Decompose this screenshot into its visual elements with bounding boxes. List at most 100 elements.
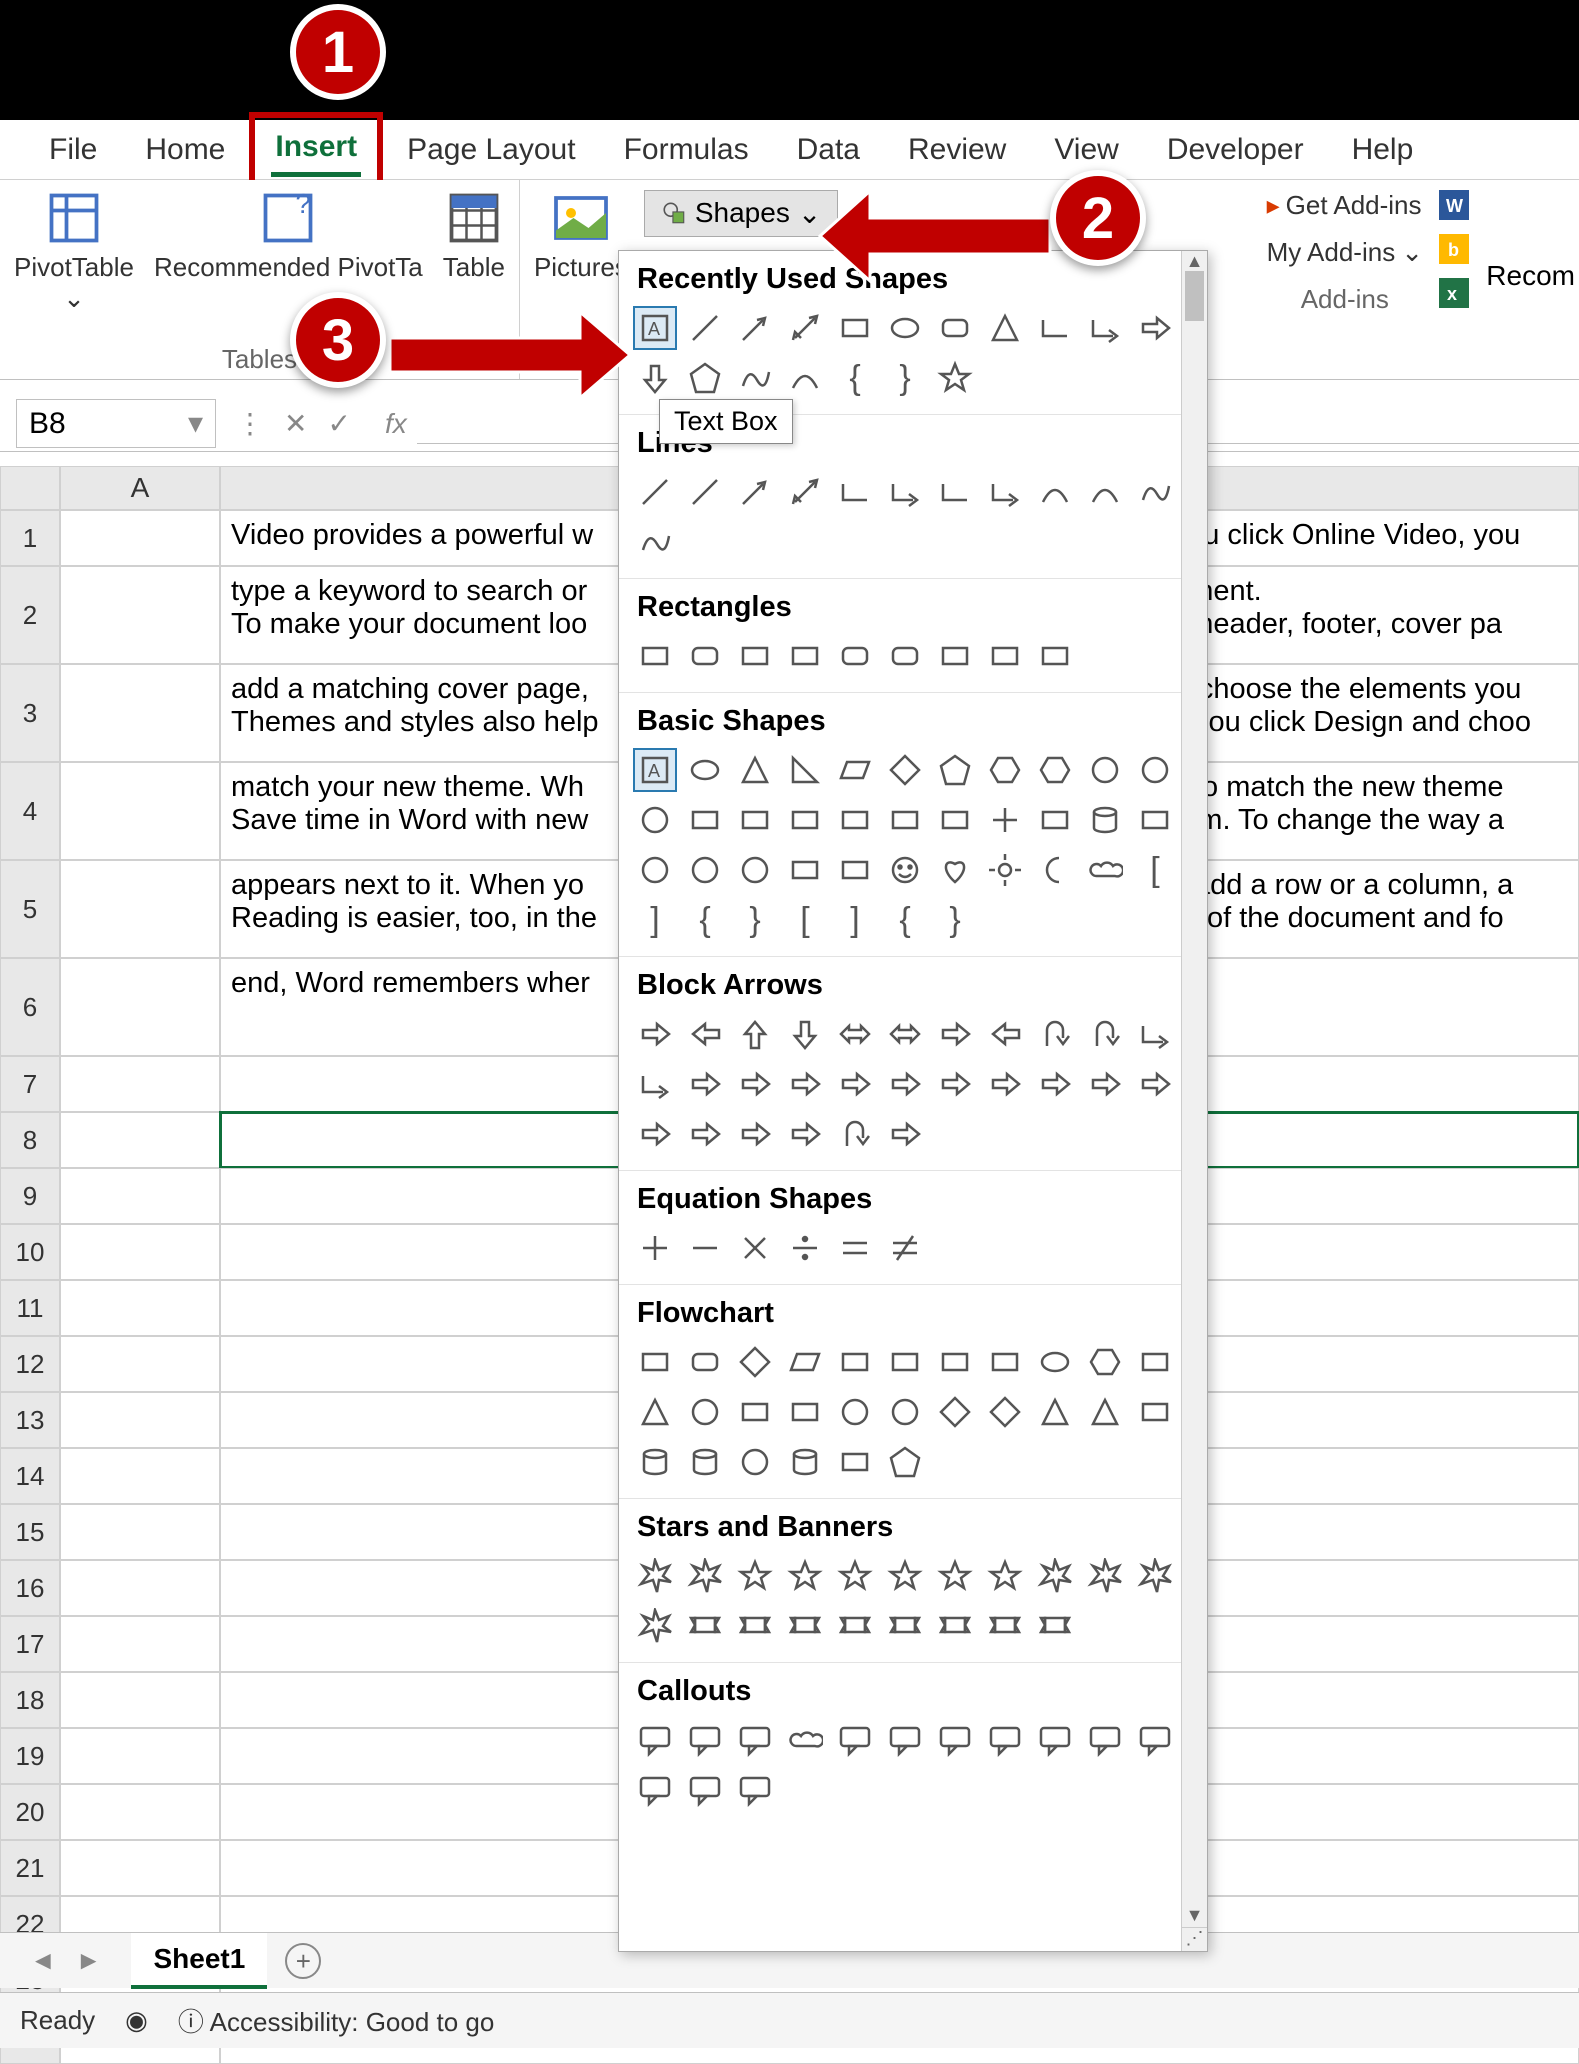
cell-A15[interactable] [60, 1504, 220, 1560]
cell-A11[interactable] [60, 1280, 220, 1336]
shape-circle-icon[interactable] [1133, 748, 1177, 792]
row-header-4[interactable]: 4 [0, 762, 60, 860]
cancel-icon[interactable]: ✕ [284, 407, 307, 440]
shape-ribbon-icon[interactable] [1033, 1604, 1077, 1648]
shape-ribbon-icon[interactable] [733, 1604, 777, 1648]
cell-A12[interactable] [60, 1336, 220, 1392]
tab-nav-next[interactable]: ► [66, 1945, 112, 1976]
shape-star-icon[interactable] [783, 1554, 827, 1598]
shape-minus-icon[interactable] [683, 1226, 727, 1270]
cell-A5[interactable] [60, 860, 220, 958]
cell-A19[interactable] [60, 1728, 220, 1784]
scroll-down-icon[interactable]: ▼ [1182, 1905, 1207, 1929]
shape-curly-r-icon[interactable]: } [933, 898, 977, 942]
shape-rect-icon[interactable] [833, 848, 877, 892]
shape-elbow-icon[interactable] [833, 470, 877, 514]
shape-ribbon-icon[interactable] [833, 1604, 877, 1648]
row-header-7[interactable]: 7 [0, 1056, 60, 1112]
shape-uturn-icon[interactable] [1083, 1012, 1127, 1056]
cell-A14[interactable] [60, 1448, 220, 1504]
shape-burst-icon[interactable] [1133, 1554, 1177, 1598]
row-header-12[interactable]: 12 [0, 1336, 60, 1392]
shape-rect-icon[interactable] [933, 1340, 977, 1384]
row-header-13[interactable]: 13 [0, 1392, 60, 1448]
shape-equal-icon[interactable] [833, 1226, 877, 1270]
scroll-thumb[interactable] [1185, 271, 1204, 321]
shape-line-icon[interactable] [633, 470, 677, 514]
shape-burst-icon[interactable] [633, 1554, 677, 1598]
shape-arrow-r-icon[interactable] [883, 1112, 927, 1156]
shape-arrow-r-icon[interactable] [733, 1062, 777, 1106]
row-header-11[interactable]: 11 [0, 1280, 60, 1336]
shape-rect-icon[interactable] [1033, 634, 1077, 678]
col-header-A[interactable]: A [60, 466, 220, 510]
cell-A3[interactable] [60, 664, 220, 762]
shape-cloud-icon[interactable] [783, 1718, 827, 1762]
sheet-tab-sheet1[interactable]: Sheet1 [131, 1933, 267, 1989]
shape-roundrect-icon[interactable] [833, 634, 877, 678]
row-header-19[interactable]: 19 [0, 1728, 60, 1784]
shape-div-icon[interactable] [783, 1226, 827, 1270]
cell-A9[interactable] [60, 1168, 220, 1224]
shape-arrow-r-icon[interactable] [783, 1062, 827, 1106]
shape-uturn-icon[interactable] [833, 1112, 877, 1156]
shape-star-icon[interactable] [883, 1554, 927, 1598]
cell-A6[interactable] [60, 958, 220, 1056]
shape-rect-icon[interactable] [783, 848, 827, 892]
cell-A21[interactable] [60, 1840, 220, 1896]
tab-data[interactable]: Data [773, 119, 884, 181]
shape-rect-icon[interactable] [733, 1390, 777, 1434]
shape-arrow-r-icon[interactable] [933, 1012, 977, 1056]
shape-parallelogram-icon[interactable] [833, 748, 877, 792]
shape-ribbon-icon[interactable] [783, 1604, 827, 1648]
shape-heart-icon[interactable] [933, 848, 977, 892]
shape-uturn-icon[interactable] [1033, 1012, 1077, 1056]
shape-diamond-icon[interactable] [983, 1390, 1027, 1434]
shape-speech-icon[interactable] [883, 1718, 927, 1762]
shape-star-icon[interactable] [833, 1554, 877, 1598]
shape-rect-icon[interactable] [983, 1340, 1027, 1384]
shape-cloud-icon[interactable] [1083, 848, 1127, 892]
bing-icon[interactable]: b [1439, 234, 1469, 264]
shape-arrow-u-icon[interactable] [733, 1012, 777, 1056]
shape-smiley-icon[interactable] [883, 848, 927, 892]
shape-circle-icon[interactable] [1083, 748, 1127, 792]
tab-review[interactable]: Review [884, 119, 1030, 181]
tab-insert[interactable]: Insert [271, 122, 361, 177]
shape-line-arrow-icon[interactable] [733, 306, 777, 350]
shape-cylinder-icon[interactable] [633, 1440, 677, 1484]
row-header-8[interactable]: 8 [0, 1112, 60, 1168]
row-header-16[interactable]: 16 [0, 1560, 60, 1616]
tab-page-layout[interactable]: Page Layout [383, 119, 599, 181]
shape-arrow-r-icon[interactable] [683, 1112, 727, 1156]
shape-arrow-r-icon[interactable] [1133, 306, 1177, 350]
pictures-button[interactable]: Pictures [534, 188, 628, 283]
shape-rect-icon[interactable] [783, 1390, 827, 1434]
shape-elbow-arr-icon[interactable] [1083, 306, 1127, 350]
shape-circle-icon[interactable] [733, 848, 777, 892]
shape-mult-icon[interactable] [733, 1226, 777, 1270]
shape-triangle-icon[interactable] [1083, 1390, 1127, 1434]
shape-ribbon-icon[interactable] [983, 1604, 1027, 1648]
shape-arrow-r-icon[interactable] [833, 1062, 877, 1106]
shape-parallelogram-icon[interactable] [783, 1340, 827, 1384]
shape-arrow-r-icon[interactable] [783, 1112, 827, 1156]
shape-arrow-r-icon[interactable] [683, 1062, 727, 1106]
shape-connector-curve-icon[interactable] [783, 356, 827, 400]
shape-textbox-icon[interactable]: A [633, 748, 677, 792]
shape-elbow-icon[interactable] [1033, 306, 1077, 350]
shape-burst-icon[interactable] [1033, 1554, 1077, 1598]
shape-line-double-icon[interactable] [783, 470, 827, 514]
shape-circle-icon[interactable] [683, 848, 727, 892]
shape-curly-l-icon[interactable]: { [683, 898, 727, 942]
chevron-down-icon[interactable]: ▾ [188, 406, 203, 441]
shape-plus-icon[interactable] [633, 1226, 677, 1270]
shape-rect-icon[interactable] [1133, 798, 1177, 842]
shape-rect-icon[interactable] [783, 634, 827, 678]
accessibility-status[interactable]: ⓘ Accessibility: Good to go [178, 2002, 495, 2039]
shape-hexagon-icon[interactable] [1033, 748, 1077, 792]
tab-formulas[interactable]: Formulas [600, 119, 773, 181]
shape-burst-icon[interactable] [683, 1554, 727, 1598]
shape-triangle-icon[interactable] [1033, 1390, 1077, 1434]
resize-grip-icon[interactable]: ⋰ [1182, 1927, 1207, 1951]
